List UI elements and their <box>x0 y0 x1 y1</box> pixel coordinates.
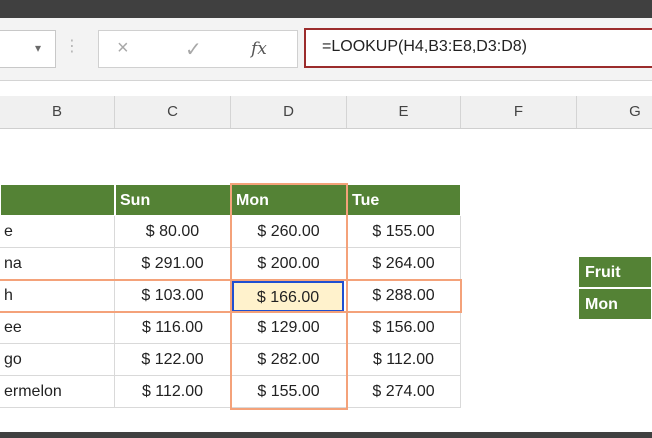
column-header-f[interactable]: F <box>461 96 577 128</box>
fruit-cell[interactable]: ee <box>0 312 115 344</box>
tue-cell[interactable]: $ 288.00 <box>347 280 461 312</box>
sun-cell[interactable]: $ 103.00 <box>115 280 231 312</box>
name-box[interactable]: ▾ <box>0 30 56 68</box>
tue-cell[interactable]: $ 156.00 <box>347 312 461 344</box>
fruit-cell[interactable]: h <box>0 280 115 312</box>
header-cell-fruit[interactable] <box>0 184 115 216</box>
header-cell-mon[interactable]: Mon <box>231 184 347 216</box>
formula-input[interactable]: =LOOKUP(H4,B3:E8,D3:D8) <box>304 28 652 68</box>
formula-bar: ▾ ⋮ × ✓ fx =LOOKUP(H4,B3:E8,D3:D8) <box>0 18 652 81</box>
tue-cell[interactable]: $ 155.00 <box>347 216 461 248</box>
lookup-label-fruit[interactable]: Fruit <box>578 256 652 288</box>
sun-cell[interactable]: $ 80.00 <box>115 216 231 248</box>
active-cell[interactable]: $ 166.00 <box>232 281 344 312</box>
enter-icon[interactable]: ✓ <box>185 37 202 62</box>
sun-cell[interactable]: $ 116.00 <box>115 312 231 344</box>
fruit-cell[interactable]: e <box>0 216 115 248</box>
cancel-icon[interactable]: × <box>117 37 129 60</box>
column-header-d[interactable]: D <box>231 96 347 128</box>
column-headers: B C D E F G <box>0 96 652 129</box>
insert-function-icon[interactable]: fx <box>251 39 267 59</box>
chevron-down-icon[interactable]: ▾ <box>35 41 41 55</box>
fruit-cell[interactable]: ermelon <box>0 376 115 408</box>
fruit-cell[interactable]: na <box>0 248 115 280</box>
header-cell-tue[interactable]: Tue <box>347 184 461 216</box>
mon-cell[interactable]: $ 282.00 <box>231 344 347 376</box>
tue-cell[interactable]: $ 112.00 <box>347 344 461 376</box>
column-header-e[interactable]: E <box>347 96 461 128</box>
formula-buttons: × ✓ fx <box>98 30 298 68</box>
sun-cell[interactable]: $ 112.00 <box>115 376 231 408</box>
mon-cell[interactable]: $ 260.00 <box>231 216 347 248</box>
column-header-g[interactable]: G <box>577 96 652 128</box>
tue-cell[interactable]: $ 274.00 <box>347 376 461 408</box>
separator-icon: ⋮ <box>64 38 80 55</box>
mon-cell[interactable]: $ 129.00 <box>231 312 347 344</box>
mon-cell[interactable]: $ 200.00 <box>231 248 347 280</box>
tue-cell[interactable]: $ 264.00 <box>347 248 461 280</box>
column-header-b[interactable]: B <box>0 96 115 128</box>
mon-cell[interactable]: $ 155.00 <box>231 376 347 408</box>
fruit-cell[interactable]: go <box>0 344 115 376</box>
sheet-grid: Sun Mon Tue e $ 80.00 $ 260.00 $ 155.00 … <box>0 128 652 432</box>
column-header-c[interactable]: C <box>115 96 231 128</box>
excel-window: ▾ ⋮ × ✓ fx =LOOKUP(H4,B3:E8,D3:D8) B C D… <box>0 0 652 438</box>
lookup-label-mon[interactable]: Mon <box>578 288 652 320</box>
header-cell-sun[interactable]: Sun <box>115 184 231 216</box>
sun-cell[interactable]: $ 122.00 <box>115 344 231 376</box>
sun-cell[interactable]: $ 291.00 <box>115 248 231 280</box>
